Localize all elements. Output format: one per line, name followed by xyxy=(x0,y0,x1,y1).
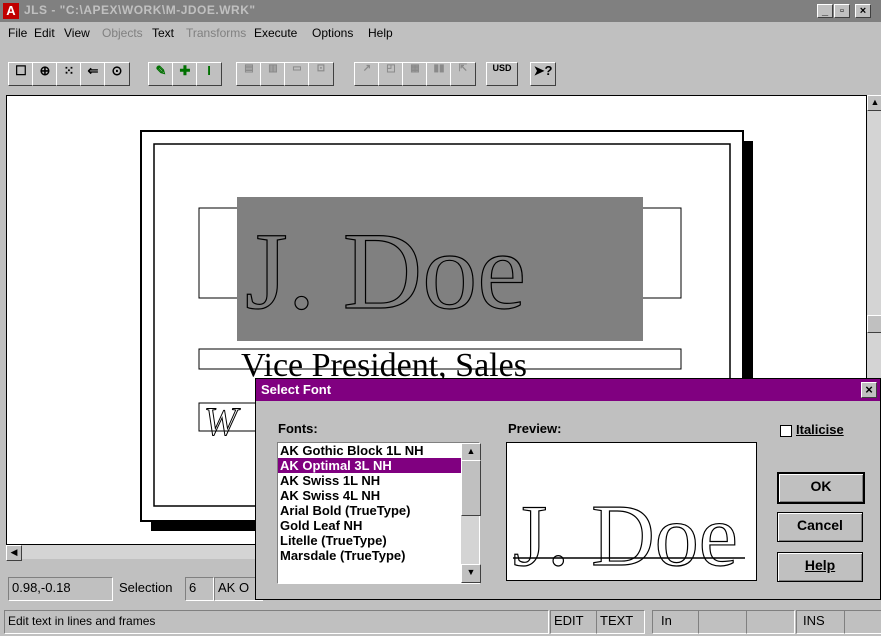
menu-execute[interactable]: Execute xyxy=(254,26,297,40)
mode-text: TEXT xyxy=(596,610,645,634)
font-item[interactable]: AK Swiss 4L NH xyxy=(278,488,461,503)
scroll-up-icon[interactable]: ▲ xyxy=(867,95,881,111)
status-bar: Edit text in lines and frames EDIT TEXT … xyxy=(0,607,881,636)
mode-edit: EDIT xyxy=(550,610,599,634)
window-title: JLS - "C:\APEX\WORK\M-JDOE.WRK" xyxy=(24,3,256,17)
ins-indicator: INS xyxy=(796,610,848,634)
selection-label: Selection xyxy=(116,578,187,598)
ok-button[interactable]: OK xyxy=(777,472,865,504)
help-pointer-icon[interactable]: ➤? xyxy=(530,62,556,86)
help-button[interactable]: Help xyxy=(777,552,863,582)
app-icon[interactable]: A xyxy=(3,3,19,19)
list-scroll-thumb[interactable] xyxy=(461,460,481,516)
menu-help[interactable]: Help xyxy=(368,26,393,40)
status-empty-3 xyxy=(844,610,881,634)
signature-text: W xyxy=(204,399,241,444)
scroll-left-icon[interactable]: ◀ xyxy=(6,545,22,561)
menu-transforms[interactable]: Transforms xyxy=(186,26,246,40)
back-icon[interactable]: ⇐ xyxy=(80,62,106,86)
status-empty-2 xyxy=(746,610,795,634)
preview-drawing: J. Doe xyxy=(512,487,745,586)
font-item[interactable]: Litelle (TrueType) xyxy=(278,533,461,548)
title-bar: A JLS - "C:\APEX\WORK\M-JDOE.WRK" _ ▫ × xyxy=(0,0,881,22)
merge-icon[interactable]: ▦ xyxy=(402,62,428,86)
font-item[interactable]: Gold Leaf NH xyxy=(278,518,461,533)
name-text: J. Doe xyxy=(245,210,526,332)
skew-icon[interactable]: ↗ xyxy=(354,62,380,86)
view-icon[interactable]: ⊙ xyxy=(104,62,130,86)
zoom-icon[interactable]: ⊕ xyxy=(32,62,58,86)
menu-bar: File Edit View Objects Text Transforms E… xyxy=(0,22,881,44)
split-icon[interactable]: ▮▮ xyxy=(426,62,452,86)
layout-icon[interactable]: ◰ xyxy=(378,62,404,86)
export-icon[interactable]: ⇱ xyxy=(450,62,476,86)
menu-text[interactable]: Text xyxy=(152,26,174,40)
italicise-checkbox[interactable] xyxy=(780,425,792,437)
preview-label: Preview: xyxy=(508,421,562,436)
font-item[interactable]: AK Swiss 1L NH xyxy=(278,473,461,488)
dialog-title: Select Font xyxy=(261,382,332,397)
minimize-button[interactable]: _ xyxy=(817,4,833,18)
status-message: Edit text in lines and frames xyxy=(4,610,549,634)
menu-objects[interactable]: Objects xyxy=(102,26,143,40)
pen-icon[interactable]: ✎ xyxy=(148,62,174,86)
coords-field: 0.98,-0.18 xyxy=(8,577,113,601)
align-icon[interactable]: ▤ xyxy=(236,62,262,86)
list-scroll-down-icon[interactable]: ▼ xyxy=(461,564,481,583)
dialog-close-button[interactable]: × xyxy=(861,382,877,398)
restore-button[interactable]: ▫ xyxy=(834,4,850,18)
fonts-label: Fonts: xyxy=(278,421,318,436)
font-item[interactable]: Marsdale (TrueType) xyxy=(278,548,461,563)
fonts-scrollbar[interactable]: ▲ ▼ xyxy=(461,443,481,583)
columns-icon[interactable]: ▥ xyxy=(260,62,286,86)
fonts-list: AK Gothic Block 1L NH AK Optimal 3L NH A… xyxy=(278,443,461,583)
selection-count: 6 xyxy=(185,577,214,601)
font-item[interactable]: Arial Bold (TrueType) xyxy=(278,503,461,518)
rotate-icon[interactable]: ⊡ xyxy=(308,62,334,86)
select-rect-icon[interactable]: ☐ xyxy=(8,62,34,86)
menu-file[interactable]: File xyxy=(8,26,27,40)
menu-edit[interactable]: Edit xyxy=(34,26,55,40)
italicise-label[interactable]: Italicise xyxy=(796,422,844,437)
scroll-thumb-vertical[interactable] xyxy=(867,315,881,333)
add-icon[interactable]: ✚ xyxy=(172,62,198,86)
menu-options[interactable]: Options xyxy=(312,26,353,40)
dialog-title-bar[interactable]: Select Font xyxy=(256,379,880,401)
close-button[interactable]: × xyxy=(855,4,871,18)
menu-view[interactable]: View xyxy=(64,26,90,40)
status-empty-1 xyxy=(698,610,747,634)
select-font-dialog: Select Font × Fonts: AK Gothic Block 1L … xyxy=(255,378,881,600)
usd-icon[interactable]: USD xyxy=(486,62,518,86)
frame-icon[interactable]: ▭ xyxy=(284,62,310,86)
preview-box: J. Doe xyxy=(506,442,757,586)
fonts-listbox[interactable]: AK Gothic Block 1L NH AK Optimal 3L NH A… xyxy=(277,442,481,584)
cancel-button[interactable]: Cancel xyxy=(777,512,863,542)
font-item[interactable]: AK Gothic Block 1L NH xyxy=(278,443,461,458)
grid-icon[interactable]: ⁙ xyxy=(56,62,82,86)
text-cursor-icon[interactable]: I xyxy=(196,62,222,86)
preview-text: J. Doe xyxy=(513,488,738,580)
font-item-selected[interactable]: AK Optimal 3L NH xyxy=(278,458,461,473)
